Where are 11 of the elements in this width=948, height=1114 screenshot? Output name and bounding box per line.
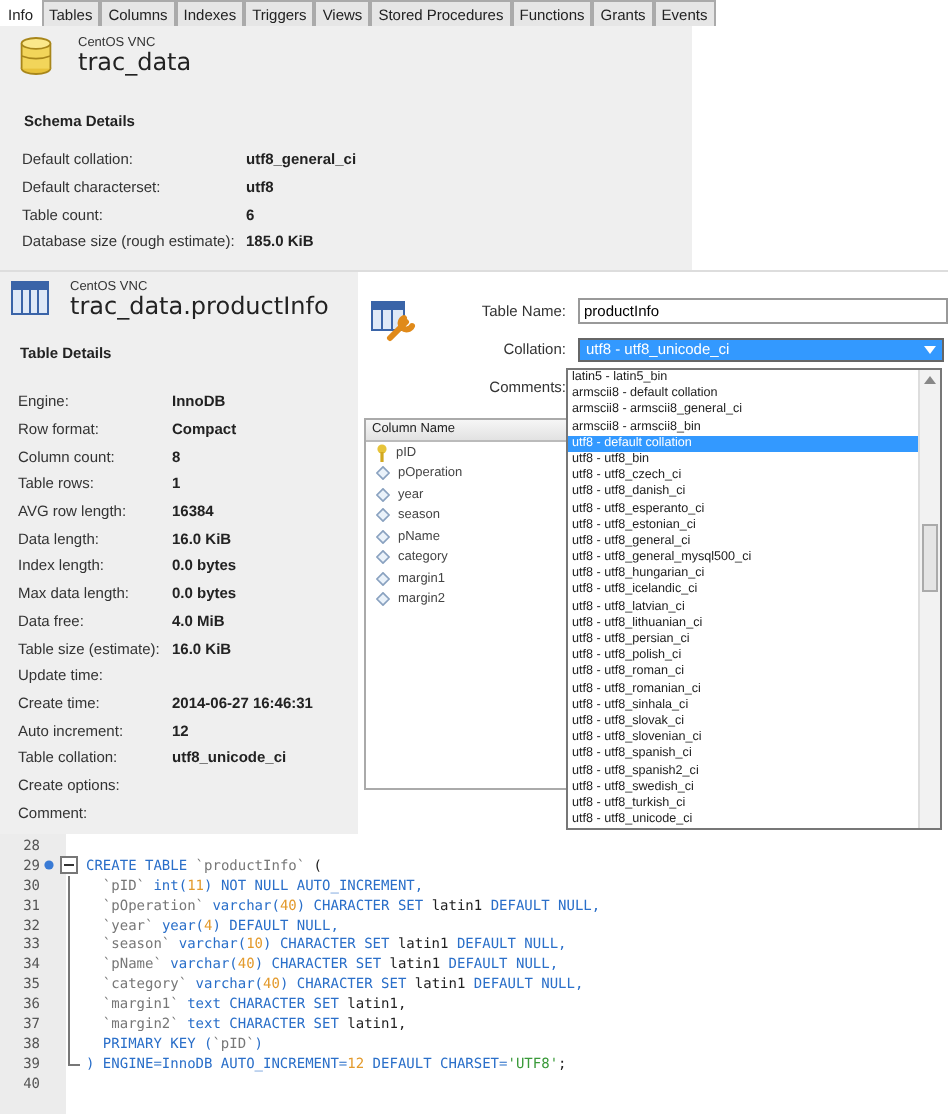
table-wrench-icon [370, 298, 418, 342]
scrollbar[interactable] [918, 370, 940, 828]
table-name: trac_data.productInfo [70, 294, 329, 320]
database-icon [18, 36, 54, 76]
table-icon [10, 280, 50, 316]
scroll-up-icon[interactable] [924, 376, 936, 384]
scroll-thumb[interactable] [922, 524, 938, 592]
caret-icon[interactable] [924, 345, 936, 353]
schema-name: trac_data [78, 50, 192, 76]
key-icon [376, 443, 388, 462]
fold-icon[interactable] [60, 856, 78, 875]
